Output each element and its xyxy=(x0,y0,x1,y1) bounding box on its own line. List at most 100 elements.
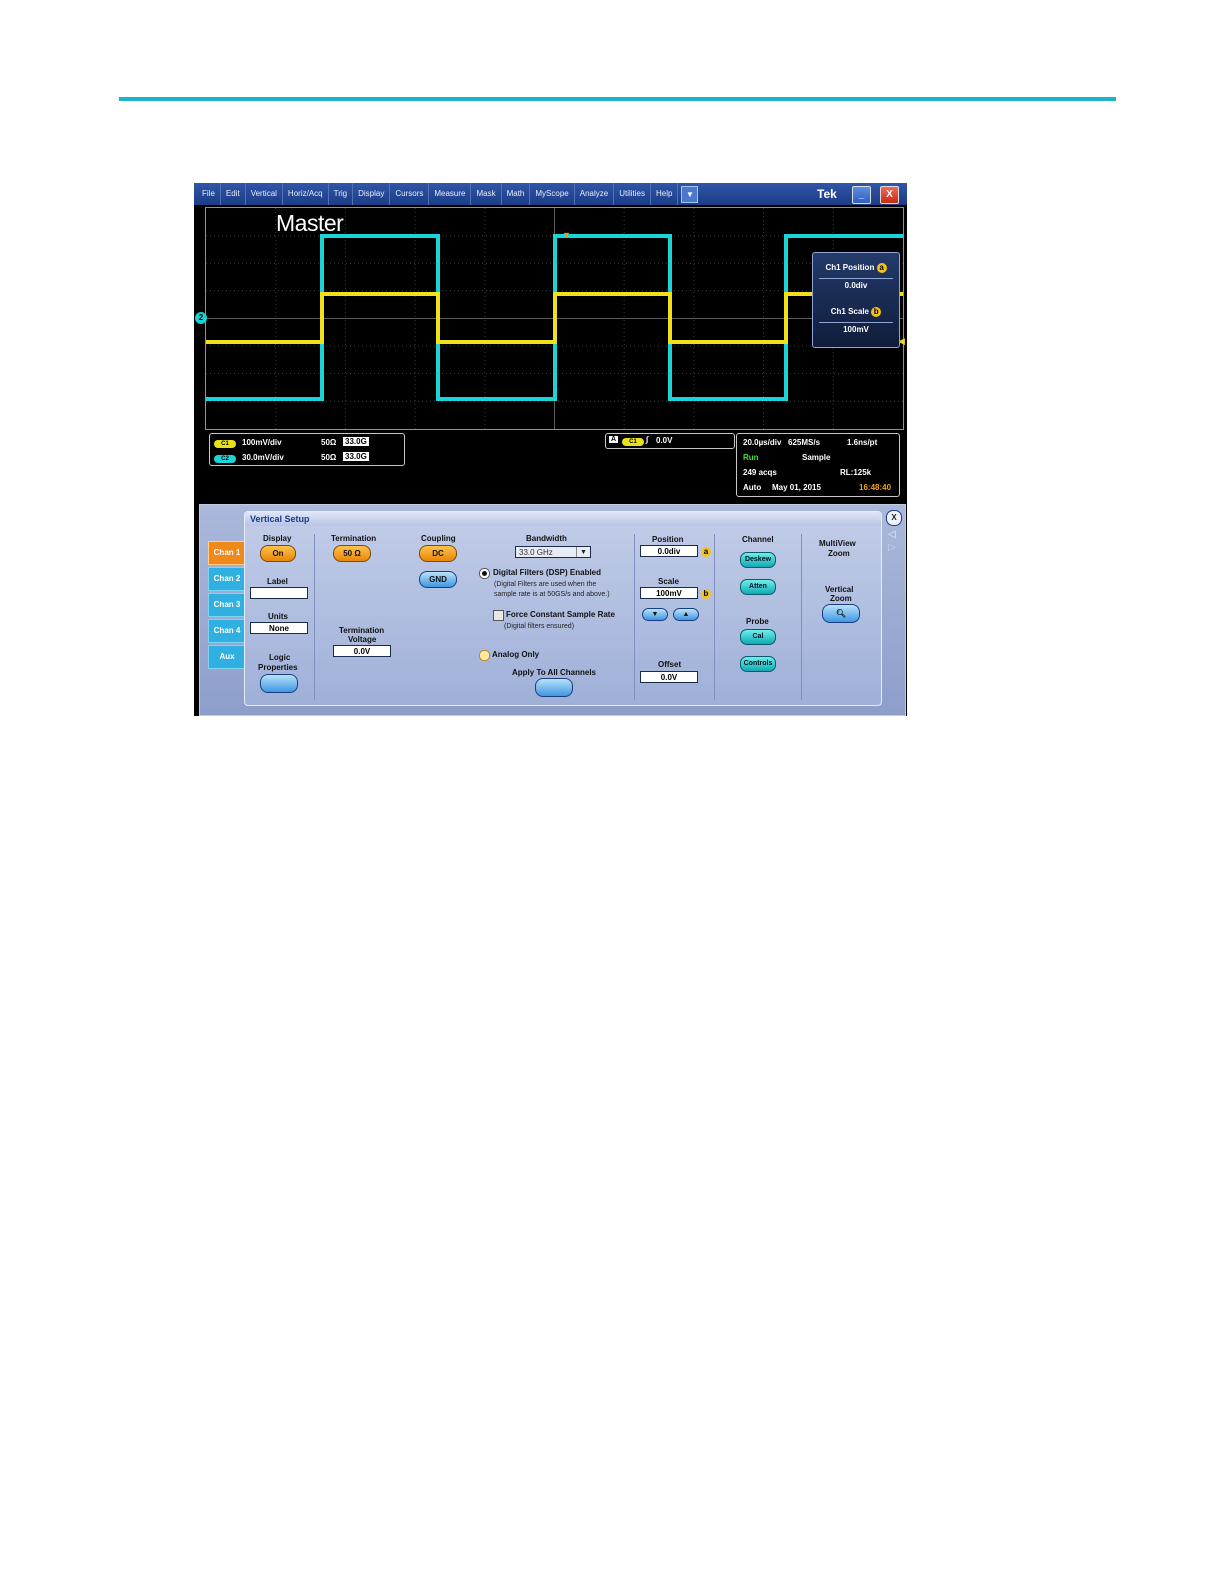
knob-b-icon: b xyxy=(701,589,711,599)
trigger-position-icon[interactable]: ▼ xyxy=(562,230,571,240)
dsp-note-line-2: sample rate is at 50GS/s and above.) xyxy=(494,591,610,598)
ch1-position-readout-label: Ch1 Position a xyxy=(813,263,899,273)
menu-display[interactable]: Display xyxy=(353,183,391,205)
tab-chan-1[interactable]: Chan 1 xyxy=(208,541,246,565)
ch1-impedance: 50Ω xyxy=(321,438,337,447)
menu-vertical[interactable]: Vertical xyxy=(246,183,283,205)
menu-cursors[interactable]: Cursors xyxy=(390,183,430,205)
atten-button[interactable]: Atten xyxy=(740,579,776,595)
vertical-zoom-label: Vertical xyxy=(825,585,854,594)
brand-logo: Tek xyxy=(817,187,837,201)
trigger-source-badge: C1 xyxy=(622,438,644,446)
menu-edit[interactable]: Edit xyxy=(221,183,246,205)
time-per-point: 1.6ns/pt xyxy=(847,438,878,447)
trigger-readout[interactable]: A C1 ∫ 0.0V xyxy=(605,433,735,449)
units-label: Units xyxy=(268,612,288,621)
trigger-mode: Auto xyxy=(743,483,762,492)
time: 16:48:40 xyxy=(859,483,892,492)
record-length: RL:125k xyxy=(840,468,872,477)
tab-chan-2[interactable]: Chan 2 xyxy=(208,567,246,591)
sample-rate: 625MS/s xyxy=(788,438,821,447)
force-sample-rate-checkbox[interactable] xyxy=(493,610,504,621)
logic-label: Logic xyxy=(269,653,291,662)
voltage-label: Voltage xyxy=(348,635,377,644)
channel-readout-box[interactable]: C1 100mV/div 50Ω 33.0G C2 30.0mV/div 50Ω… xyxy=(209,433,405,466)
bandwidth-select[interactable]: 33.0 GHz ▼ xyxy=(515,546,591,558)
ch1-bandwidth: 33.0G xyxy=(343,437,369,446)
scale-label: Scale xyxy=(658,577,679,586)
termination-button[interactable]: 50 Ω xyxy=(333,545,371,562)
rising-edge-icon: ∫ xyxy=(646,435,649,444)
acq-count: 249 acqs xyxy=(743,468,777,477)
logic-properties-button[interactable] xyxy=(260,674,298,693)
acquisition-readout[interactable]: 20.0µs/div 625MS/s 1.6ns/pt Run Sample 2… xyxy=(736,433,900,497)
probe-cal-button[interactable]: Cal xyxy=(740,629,776,645)
display-on-button[interactable]: On xyxy=(260,545,296,562)
coupling-dc-button[interactable]: DC xyxy=(419,545,457,562)
display-label: Display xyxy=(263,534,292,543)
deskew-button[interactable]: Deskew xyxy=(740,552,776,568)
label-label: Label xyxy=(267,577,288,586)
tab-aux[interactable]: Aux xyxy=(208,645,246,669)
dsp-note-line-1: (Digital Filters are used when the xyxy=(494,581,597,588)
graticule xyxy=(206,208,903,429)
scale-field[interactable]: 100mV xyxy=(640,587,698,599)
termination-voltage-field[interactable]: 0.0V xyxy=(333,645,391,657)
menu-analyze[interactable]: Analyze xyxy=(575,183,615,205)
channel-tabs: Chan 1 Chan 2 Chan 3 Chan 4 Aux xyxy=(208,541,246,671)
force-sample-rate-note: (Digital filters ensured) xyxy=(504,623,575,630)
chevron-down-icon[interactable]: ▼ xyxy=(681,185,699,203)
apply-all-label: Apply To All Channels xyxy=(512,668,597,677)
menu-measure[interactable]: Measure xyxy=(429,183,472,205)
termination-label: Termination xyxy=(331,534,377,543)
ch1-scale-readout-label: Ch1 Scale b xyxy=(813,307,899,317)
ch2-bandwidth: 33.0G xyxy=(343,452,369,461)
menu-horiz-acq[interactable]: Horiz/Acq xyxy=(283,183,329,205)
menu-trig[interactable]: Trig xyxy=(329,183,354,205)
analog-only-radio[interactable] xyxy=(479,650,490,661)
menu-bar: File Edit Vertical Horiz/Acq Trig Displa… xyxy=(194,183,907,205)
scale-down-button[interactable]: ▼ xyxy=(642,608,668,621)
menu-math[interactable]: Math xyxy=(502,183,531,205)
force-sample-rate-label: Force Constant Sample Rate xyxy=(506,610,615,619)
menu-file[interactable]: File xyxy=(197,183,221,205)
tab-chan-3[interactable]: Chan 3 xyxy=(208,593,246,617)
waveform-display[interactable]: Master ▼ ◀ Ch1 Position a 0.0div Ch1 Sca… xyxy=(205,207,905,430)
divider xyxy=(634,534,635,700)
position-field[interactable]: 0.0div xyxy=(640,545,698,557)
analog-only-label: Analog Only xyxy=(492,650,540,659)
coupling-label: Coupling xyxy=(421,534,456,543)
close-panel-button[interactable]: X xyxy=(886,510,902,526)
panel-left-arrow-icon[interactable]: ◁ xyxy=(888,529,896,540)
offset-field[interactable]: 0.0V xyxy=(640,671,698,683)
panel-right-arrow-icon[interactable]: ▷ xyxy=(888,542,896,553)
dsp-enabled-radio[interactable] xyxy=(479,568,490,579)
ch1-position-readout-value: 0.0div xyxy=(819,278,893,290)
tab-chan-4[interactable]: Chan 4 xyxy=(208,619,246,643)
units-field[interactable]: None xyxy=(250,622,308,634)
scale-up-button[interactable]: ▲ xyxy=(673,608,699,621)
vertical-setup-dialog: Vertical Setup Display On Label Units No… xyxy=(244,511,882,706)
ch1-scale-readout-value: 100mV xyxy=(819,322,893,334)
trigger-a-badge: A xyxy=(609,436,619,443)
menu-mask[interactable]: Mask xyxy=(471,183,502,205)
knob-a-icon: a xyxy=(701,547,711,557)
apply-all-button[interactable] xyxy=(535,678,573,697)
close-window-button[interactable]: X xyxy=(880,186,899,204)
probe-controls-button[interactable]: Controls xyxy=(740,656,776,672)
ch1-scale-readout: 100mV/div xyxy=(242,438,282,447)
date: May 01, 2015 xyxy=(772,483,821,492)
control-panel: Chan 1 Chan 2 Chan 3 Chan 4 Aux Vertical… xyxy=(199,504,906,716)
label-field[interactable] xyxy=(250,587,308,599)
menu-utilities[interactable]: Utilities xyxy=(614,183,651,205)
menu-help[interactable]: Help xyxy=(651,183,679,205)
ch2-ground-marker[interactable]: 2 xyxy=(195,312,207,324)
minimize-button[interactable]: _ xyxy=(852,186,871,204)
menu-myscope[interactable]: MyScope xyxy=(530,183,575,205)
bandwidth-label: Bandwidth xyxy=(526,534,567,543)
vertical-zoom-button[interactable]: 🔍︎ xyxy=(822,604,860,623)
view-title: Master xyxy=(276,210,344,236)
chevron-down-icon[interactable]: ▼ xyxy=(576,547,590,557)
magnifier-icon: 🔍︎ xyxy=(835,609,847,618)
coupling-gnd-button[interactable]: GND xyxy=(419,571,457,588)
